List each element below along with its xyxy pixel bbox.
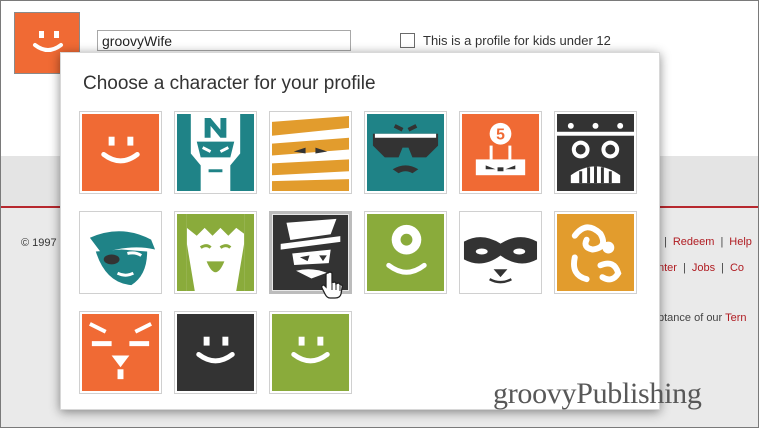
green-monster-face-icon bbox=[177, 214, 254, 291]
footer-links-row-2: nter | Jobs | Co bbox=[658, 262, 744, 274]
watermark-text: groovyPublishing bbox=[493, 377, 702, 410]
footer-link-contact[interactable]: Co bbox=[730, 262, 744, 274]
hand-pointer-cursor-icon bbox=[321, 271, 343, 299]
black-robot-icon bbox=[557, 114, 634, 191]
footer-link-jobs[interactable]: Jobs bbox=[692, 262, 715, 274]
profile-name-input[interactable] bbox=[97, 30, 351, 51]
footer-terms-prefix: ptance of our bbox=[658, 312, 723, 324]
teal-masked-hero-icon bbox=[177, 114, 254, 191]
green-smiley-icon bbox=[272, 314, 349, 391]
footer-link-center[interactable]: nter bbox=[658, 262, 677, 274]
teal-sunglasses-face-icon bbox=[367, 114, 444, 191]
teal-pirate-girl-icon bbox=[82, 214, 159, 291]
kids-profile-label: This is a profile for kids under 12 bbox=[423, 33, 611, 48]
screenshot-frame: This is a profile for kids under 12 © 19… bbox=[0, 0, 759, 428]
orange-smiley-icon bbox=[82, 114, 159, 191]
yellow-mummy-icon bbox=[272, 114, 349, 191]
character-picker-dialog: Choose a character for your profile 5 bbox=[60, 52, 660, 410]
kids-profile-checkbox[interactable] bbox=[400, 33, 415, 48]
character-tile-14[interactable] bbox=[174, 311, 257, 394]
footer-link-help[interactable]: Help bbox=[729, 236, 752, 248]
yellow-swirl-face-icon bbox=[557, 214, 634, 291]
character-tile-11[interactable] bbox=[459, 211, 542, 294]
footer-separator: | bbox=[720, 236, 724, 248]
footer-separator: | bbox=[664, 236, 667, 248]
character-tile-6[interactable] bbox=[554, 111, 637, 194]
copyright-text: © 1997 bbox=[21, 237, 57, 249]
picker-title: Choose a character for your profile bbox=[83, 73, 376, 94]
raccoon-mask-icon bbox=[462, 214, 539, 291]
green-cyclops-icon bbox=[367, 214, 444, 291]
footer-terms-text: ptance of our Tern bbox=[658, 312, 746, 324]
kids-profile-checkbox-row[interactable]: This is a profile for kids under 12 bbox=[400, 33, 611, 48]
black-smiley-icon bbox=[177, 314, 254, 391]
footer-links-row-1: |Redeem|Help| bbox=[658, 236, 758, 248]
character-tile-1[interactable] bbox=[79, 111, 162, 194]
character-tile-2[interactable] bbox=[174, 111, 257, 194]
footer-separator: | bbox=[682, 262, 686, 274]
character-tile-8[interactable] bbox=[174, 211, 257, 294]
character-tile-5[interactable]: 5 bbox=[459, 111, 542, 194]
orange-sleepy-bird-icon bbox=[82, 314, 159, 391]
character-tile-10[interactable] bbox=[364, 211, 447, 294]
character-tile-12[interactable] bbox=[554, 211, 637, 294]
character-tile-15[interactable] bbox=[269, 311, 352, 394]
character-tile-13[interactable] bbox=[79, 311, 162, 394]
character-tile-4[interactable] bbox=[364, 111, 447, 194]
orange-robot-5-icon: 5 bbox=[462, 114, 539, 191]
footer-separator: | bbox=[721, 262, 724, 274]
footer-link-redeem[interactable]: Redeem bbox=[673, 236, 715, 248]
svg-text:5: 5 bbox=[496, 127, 505, 144]
character-tile-3[interactable] bbox=[269, 111, 352, 194]
footer-terms-link[interactable]: Tern bbox=[725, 312, 746, 324]
character-tile-7[interactable] bbox=[79, 211, 162, 294]
